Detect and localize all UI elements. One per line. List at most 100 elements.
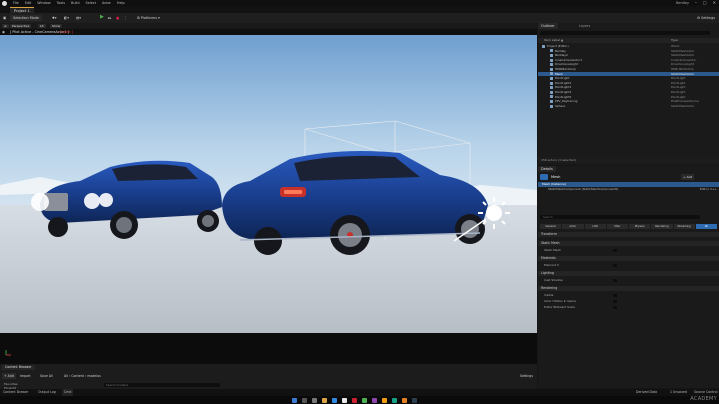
perspective-button[interactable]: Perspective — [10, 24, 32, 28]
type-header[interactable]: Type — [671, 38, 678, 43]
outliner-search-input[interactable] — [540, 31, 710, 35]
watermark: ACADEMY — [690, 396, 717, 402]
file-explorer-icon[interactable] — [322, 397, 327, 403]
app-icon-purple[interactable] — [372, 397, 377, 403]
app-icon-amber[interactable] — [402, 397, 407, 403]
minimize-button[interactable]: – — [695, 0, 697, 5]
app-icon-dark[interactable] — [412, 397, 417, 403]
menu-edit[interactable]: Edit — [25, 1, 32, 5]
property-value[interactable] — [613, 294, 617, 297]
app-icon-red[interactable] — [352, 397, 357, 403]
edge-icon[interactable] — [332, 397, 337, 403]
save-all-button[interactable]: Save All — [40, 373, 53, 379]
content-path-breadcrumb[interactable]: All › Content › modelos — [64, 373, 101, 379]
menu-window[interactable]: Window — [37, 1, 50, 5]
menu-file[interactable]: File — [13, 1, 19, 5]
component-row[interactable]: StaticMeshComponent (StaticMeshComponent… — [538, 187, 719, 192]
settings-label: Settings — [701, 16, 715, 20]
property-value[interactable] — [613, 264, 617, 267]
details-section-header[interactable]: Transform — [538, 232, 719, 237]
actor-type-icon — [550, 72, 553, 76]
outliner-row[interactable]: Sphere StaticMeshActor — [538, 104, 719, 109]
platforms-button[interactable]: ⊞ Platforms ▾ — [137, 15, 160, 21]
app-icon-teal[interactable] — [392, 397, 397, 403]
item-label-header[interactable]: Item Label ▲ — [544, 38, 563, 43]
start-icon[interactable] — [292, 397, 297, 403]
play-button[interactable]: ▶ — [100, 14, 104, 20]
stop-icon[interactable]: ■ — [116, 15, 119, 21]
add-actor-icon[interactable]: ✚▾ — [52, 15, 57, 21]
cmd-input[interactable]: Cmd — [62, 389, 74, 396]
maximize-button[interactable]: □ — [703, 0, 707, 5]
close-button[interactable]: ✕ — [713, 0, 716, 5]
details-section-header[interactable]: Static Mesh — [538, 241, 719, 246]
derived-data-button[interactable]: Derived Data — [636, 389, 657, 396]
unreal-taskbar-icon[interactable] — [342, 397, 347, 403]
filter-tab[interactable]: Rendering — [651, 224, 673, 229]
platforms-label: Platforms — [140, 16, 157, 20]
cb-settings-button[interactable]: Settings — [520, 373, 533, 379]
details-section-header[interactable]: Materials — [538, 256, 719, 261]
layers-tab[interactable]: Layers — [576, 23, 594, 29]
play-options-icon[interactable]: ⋮ — [124, 15, 127, 21]
filter-tab[interactable]: LOD — [584, 224, 606, 229]
save-icon[interactable]: ▣ — [3, 15, 6, 21]
settings-button[interactable]: ⚙ Settings — [697, 15, 715, 21]
details-section-header[interactable]: Rendering — [538, 286, 719, 291]
lit-button[interactable]: Lit — [38, 24, 46, 28]
property-value[interactable] — [613, 306, 617, 309]
selection-mode-button[interactable]: Selection Mode — [10, 15, 42, 21]
menu-actor[interactable]: Actor — [102, 1, 111, 5]
content-browser-tab[interactable]: Content Browser — [2, 365, 35, 370]
search-icon[interactable] — [302, 397, 307, 403]
show-button[interactable]: Show — [50, 24, 63, 28]
blueprint-icon[interactable]: ◧▾ — [64, 15, 69, 21]
content-search-input[interactable]: Search modelos — [104, 383, 220, 387]
details-panel: Details Mesh + Add Mesh (Instance) Stati… — [538, 166, 719, 388]
step-icon[interactable]: ▸▸ — [108, 15, 111, 21]
details-property-row: Actor Hidden In Game — [538, 299, 719, 304]
menu-build[interactable]: Build — [71, 1, 80, 5]
property-value[interactable] — [613, 300, 617, 303]
add-button[interactable]: + Add — [2, 373, 16, 379]
viewport-menu-icon[interactable]: ≡ — [2, 24, 9, 28]
filter-tab[interactable]: Actor — [562, 224, 584, 229]
filter-tab[interactable]: All — [695, 224, 717, 229]
actor-icon — [540, 174, 548, 180]
output-log-button[interactable]: Output Log — [38, 389, 56, 396]
details-section-header[interactable]: Lighting — [538, 271, 719, 276]
eject-pilot-button[interactable]: [ eject ] — [60, 30, 73, 34]
filter-tab[interactable]: Streaming — [673, 224, 695, 229]
filter-tab[interactable]: General — [540, 224, 562, 229]
actor-name[interactable]: Mesh — [551, 174, 560, 180]
property-label: Cast Shadow — [544, 278, 563, 282]
level-viewport[interactable]: ≡ Perspective Lit Show ◉ [ Pilot Active … — [0, 23, 537, 363]
unsaved-button[interactable]: 1 Unsaved — [670, 389, 687, 396]
content-drawer-button[interactable]: Content Drawer — [3, 389, 28, 396]
app-icon-orange[interactable] — [382, 397, 387, 403]
details-search-input[interactable]: Search — [540, 215, 700, 219]
menu-select[interactable]: Select — [86, 1, 96, 5]
menu-bar: File Edit Window Tools Build Select Acto… — [13, 1, 125, 5]
property-label: Visible — [544, 293, 554, 297]
details-tab[interactable]: Details — [538, 166, 556, 172]
actor-type-icon — [550, 58, 553, 62]
import-button[interactable]: Import — [20, 373, 31, 379]
cinematics-icon[interactable]: ▤▾ — [76, 15, 81, 21]
outliner-tab[interactable]: Outliner — [538, 23, 558, 29]
actor-type-icon — [550, 81, 553, 85]
details-property-row: Visible — [538, 293, 719, 298]
outliner-row-label: Sphere — [555, 103, 566, 108]
menu-help[interactable]: Help — [117, 1, 125, 5]
filter-tab[interactable]: Physics — [629, 224, 651, 229]
property-value[interactable] — [613, 249, 617, 252]
app-icon-green[interactable] — [362, 397, 367, 403]
source-control-button[interactable]: Source Control — [694, 389, 717, 396]
actor-type-icon — [550, 95, 553, 99]
filter-tab[interactable]: Misc — [606, 224, 628, 229]
property-value[interactable] — [613, 279, 617, 282]
task-view-icon[interactable] — [312, 397, 317, 403]
menu-tools[interactable]: Tools — [57, 1, 65, 5]
add-component-button[interactable]: + Add — [681, 174, 695, 180]
edit-in-cpp-link[interactable]: Edit in C++ — [700, 187, 717, 192]
